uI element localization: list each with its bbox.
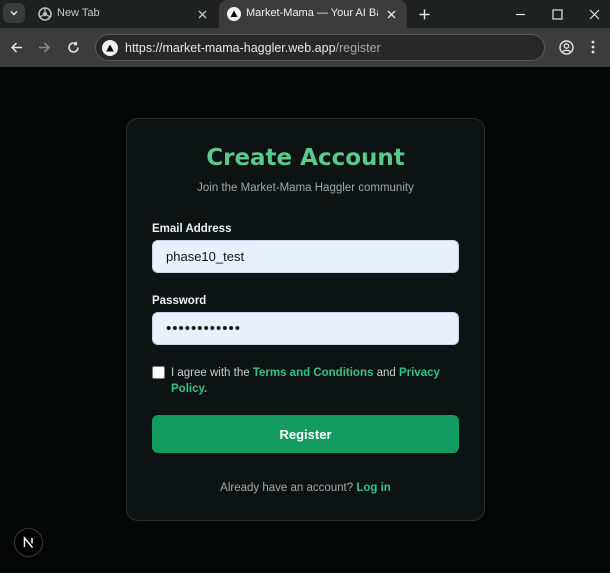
terms-link[interactable]: Terms and Conditions	[253, 367, 374, 379]
menu-button[interactable]	[584, 36, 602, 58]
login-prompt-text: Already have an account?	[220, 482, 357, 494]
url-text: https://market-mama-haggler.web.app/regi…	[125, 41, 381, 55]
nextjs-dev-badge[interactable]	[14, 528, 43, 557]
close-window-button[interactable]	[582, 4, 606, 24]
page-title: Create Account	[206, 145, 405, 171]
close-icon	[589, 9, 599, 19]
password-field[interactable]	[152, 312, 459, 345]
terms-suffix: .	[204, 383, 208, 395]
page-viewport: Create Account Join the Market-Mama Hagg…	[0, 67, 610, 573]
terms-and: and	[373, 367, 399, 379]
tab-search-button[interactable]	[3, 3, 25, 23]
browser-toolbar: https://market-mama-haggler.web.app/regi…	[0, 28, 610, 67]
minimize-button[interactable]	[508, 4, 532, 24]
reload-icon	[67, 41, 79, 53]
close-icon[interactable]	[383, 6, 399, 22]
site-info-icon[interactable]	[102, 40, 118, 56]
tab-strip: New Tab Market-Mama — Your AI Bargai	[0, 0, 610, 28]
url-path: /register	[335, 41, 381, 55]
reload-button[interactable]	[62, 36, 84, 58]
url-host: https://market-mama-haggler.web.app	[125, 41, 336, 55]
register-button[interactable]: Register	[152, 415, 459, 453]
terms-prefix: I agree with the	[171, 367, 253, 379]
forward-button[interactable]	[33, 36, 55, 58]
terms-checkbox[interactable]	[152, 366, 165, 379]
tab-market-mama[interactable]: Market-Mama — Your AI Bargai	[219, 0, 407, 28]
tab-new-tab[interactable]: New Tab	[30, 0, 218, 28]
site-triangle-icon	[227, 7, 241, 21]
login-prompt: Already have an account? Log in	[127, 482, 484, 494]
page-subtitle: Join the Market-Mama Haggler community	[197, 182, 414, 194]
terms-label: I agree with the Terms and Conditions an…	[171, 365, 451, 397]
profile-button[interactable]	[555, 36, 577, 58]
tab-title: Market-Mama — Your AI Bargai	[246, 7, 378, 19]
more-vertical-icon	[591, 40, 595, 54]
password-label: Password	[152, 295, 207, 307]
email-label: Email Address	[152, 223, 232, 235]
minimize-icon	[515, 13, 525, 15]
nextjs-logo-icon	[23, 536, 34, 548]
register-card: Create Account Join the Market-Mama Hagg…	[126, 118, 485, 521]
email-field[interactable]	[152, 240, 459, 273]
login-link[interactable]: Log in	[356, 482, 391, 494]
profile-icon	[558, 39, 574, 55]
new-tab-button[interactable]	[414, 4, 434, 24]
arrow-left-icon	[10, 41, 22, 53]
back-button[interactable]	[5, 36, 27, 58]
close-icon[interactable]	[194, 6, 210, 22]
chevron-down-icon	[10, 10, 18, 16]
arrow-right-icon	[38, 41, 50, 53]
plus-icon	[419, 9, 429, 19]
tab-title: New Tab	[57, 7, 100, 19]
chrome-icon	[38, 7, 52, 21]
address-bar[interactable]: https://market-mama-haggler.web.app/regi…	[95, 34, 545, 61]
maximize-button[interactable]	[545, 4, 569, 24]
maximize-icon	[551, 8, 563, 20]
